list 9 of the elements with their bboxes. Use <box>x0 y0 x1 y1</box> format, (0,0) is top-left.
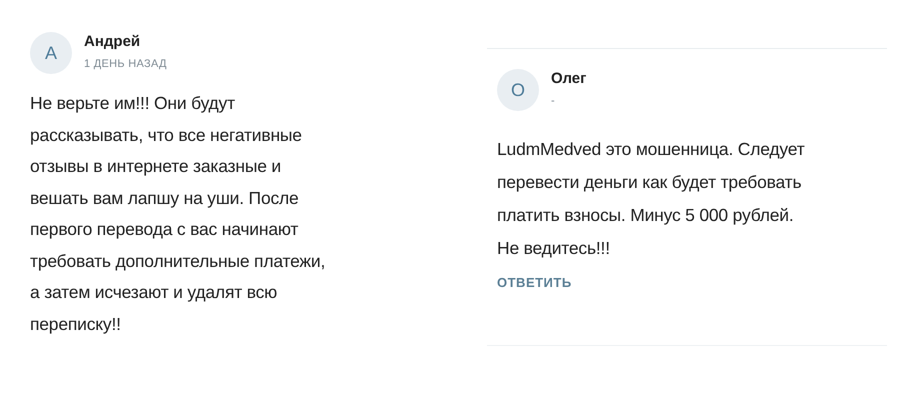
reply-link[interactable]: ОТВЕТИТЬ <box>497 273 572 292</box>
comment-time: 1 ДЕНЬ НАЗАД <box>84 57 167 72</box>
avatar: А <box>30 32 72 74</box>
comment-text: LudmMedved это мошенница. Следует перевести деньги как будет требовать платить взносы. Минус 5 000 рублей. Не ведитесь!!! <box>497 138 806 260</box>
author-name: Олег <box>551 70 586 88</box>
comment-time: - <box>551 94 556 110</box>
author-name: Андрей <box>84 33 142 52</box>
avatar: О <box>497 69 539 111</box>
comment-text: Не верьте им!!! Они будут рассказывать, что все негативные отзывы в интернете заказные и вешать вам лапшу на уши. После первого перевода с вас начинают требовать дополнительные платежи, а затем исчезают и удалят всю переписку!! <box>30 92 326 336</box>
